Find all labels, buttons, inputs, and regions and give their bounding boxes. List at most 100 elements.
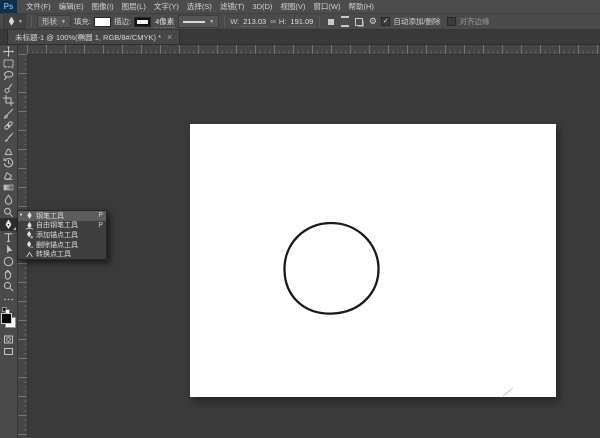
menu-file[interactable]: 文件(F)	[22, 0, 55, 13]
eyedropper-tool[interactable]	[0, 107, 17, 119]
divider	[319, 16, 321, 27]
fill-label: 填充:	[73, 17, 91, 26]
stroke-width-field[interactable]: 4像素	[154, 16, 176, 28]
clone-stamp-icon	[4, 148, 13, 155]
blur-drop-icon	[4, 194, 13, 205]
align-edges-checkbox[interactable]	[447, 17, 457, 26]
close-tab-icon[interactable]: ×	[167, 32, 172, 42]
eyedropper-icon	[3, 108, 14, 119]
convert-point-icon	[25, 250, 34, 259]
menu-filter[interactable]: 滤镜(T)	[216, 0, 249, 13]
move-icon	[3, 45, 14, 57]
freeform-pen-icon	[25, 221, 34, 230]
eraser-tool[interactable]	[0, 169, 17, 181]
history-brush-tool[interactable]	[0, 157, 17, 169]
menu-window[interactable]: 窗口(W)	[309, 0, 344, 13]
path-arrangement-icon[interactable]	[353, 16, 364, 27]
menu-3d[interactable]: 3D(D)	[248, 0, 276, 13]
magnifier-icon	[3, 282, 14, 292]
delete-anchor-point-icon	[25, 240, 34, 249]
canvas-scratch-mark	[502, 387, 514, 397]
menu-view[interactable]: 视图(V)	[276, 0, 309, 13]
pen-tool[interactable]	[0, 218, 17, 231]
document-title: 未标题-1 @ 100%(椭圆 1, RGB/8#/CMYK) *	[15, 32, 161, 42]
pen-icon	[9, 16, 14, 26]
fill-swatch[interactable]	[94, 16, 111, 27]
path-alignment-icon[interactable]	[339, 16, 350, 27]
menu-image[interactable]: 图像(I)	[88, 0, 118, 13]
divider	[224, 16, 226, 27]
photoshop-window: Ps 文件(F) 编辑(E) 图像(I) 图层(L) 文字(Y) 选择(S) 滤…	[0, 0, 600, 438]
auto-add-delete-label: 自动添加/删除	[393, 17, 441, 26]
menu-select[interactable]: 选择(S)	[183, 0, 216, 13]
hand-icon	[4, 269, 12, 280]
history-brush-icon	[3, 158, 14, 168]
flyout-item-convert-point-tool[interactable]: 转换点工具	[18, 249, 106, 259]
canvas[interactable]	[190, 124, 556, 397]
flyout-item-add-anchor-point-tool[interactable]: 添加锚点工具	[18, 230, 106, 240]
hand-tool[interactable]	[0, 268, 17, 280]
horizontal-ruler[interactable]	[27, 45, 600, 55]
divider	[30, 16, 32, 27]
auto-add-delete-checkbox[interactable]	[381, 17, 391, 26]
align-edges-label: 对齐边缘	[459, 17, 490, 26]
menu-edit[interactable]: 编辑(E)	[55, 0, 88, 13]
quick-selection-tool[interactable]	[0, 82, 17, 94]
ellipse-shape-tool[interactable]	[0, 256, 17, 268]
type-tool[interactable]	[0, 231, 17, 243]
crop-icon	[3, 95, 14, 107]
crop-tool[interactable]	[0, 95, 17, 107]
stroke-label: 描边:	[114, 17, 132, 26]
lasso-icon	[4, 71, 14, 81]
quick-mask-button[interactable]	[0, 333, 17, 345]
menu-type[interactable]: 文字(Y)	[150, 0, 183, 13]
dodge-icon	[4, 207, 13, 217]
move-tool[interactable]	[0, 45, 17, 57]
chevron-down-icon: ▼	[18, 18, 23, 25]
add-anchor-point-icon	[25, 230, 34, 239]
tool-preset-picker[interactable]: ▼	[3, 14, 26, 29]
spot-healing-brush-tool[interactable]	[0, 119, 17, 131]
link-dimensions-icon[interactable]: ∞	[270, 17, 276, 26]
flyout-item-pen-tool[interactable]: • 钢笔工具 P	[18, 211, 106, 221]
width-label: W:	[230, 17, 240, 26]
flyout-item-freeform-pen-tool[interactable]: 自由钢笔工具 P	[18, 221, 106, 231]
rectangular-marquee-tool[interactable]	[0, 57, 17, 69]
path-selection-tool[interactable]	[0, 243, 17, 255]
tool-mode-value: 形状	[41, 17, 57, 26]
tool-mode-dropdown[interactable]: 形状 ▼	[36, 15, 71, 28]
path-selection-arrow-icon	[7, 244, 13, 254]
screen-mode-icon	[4, 348, 13, 356]
ellipse-icon	[3, 257, 14, 267]
gradient-tool[interactable]	[0, 181, 17, 193]
clone-stamp-tool[interactable]	[0, 144, 17, 156]
screen-mode-button[interactable]	[0, 346, 17, 358]
ellipse-shape-drawing	[283, 221, 514, 397]
pen-icon	[25, 211, 34, 220]
edit-toolbar-button[interactable]	[0, 293, 17, 305]
color-swatches	[0, 307, 17, 329]
geometry-options-gear-icon[interactable]: ⚙	[367, 16, 378, 27]
pen-tool-flyout-menu: • 钢笔工具 P 自由钢笔工具 P 添加锚点工具 删除锚点工具 转换点工具	[17, 210, 107, 260]
foreground-color-swatch[interactable]	[1, 313, 12, 325]
options-bar: ▼ 形状 ▼ 填充: 描边: 4像素 ▼ W: 213.03 ∞ H: 191.…	[0, 14, 600, 30]
stroke-swatch[interactable]	[134, 16, 152, 27]
shape-height-field[interactable]: 191.09	[289, 17, 315, 27]
eraser-icon	[4, 171, 13, 180]
pen-icon	[5, 219, 12, 230]
zoom-tool[interactable]	[0, 280, 17, 292]
tool-bar	[0, 45, 18, 438]
shape-width-field[interactable]: 213.03	[242, 17, 268, 27]
path-operations-icon[interactable]	[325, 16, 336, 27]
document-tab[interactable]: 未标题-1 @ 100%(椭圆 1, RGB/8#/CMYK) * ×	[7, 30, 181, 44]
menu-layer[interactable]: 图层(L)	[118, 0, 150, 13]
menu-help[interactable]: 帮助(H)	[345, 0, 378, 13]
current-tool-bullet: •	[19, 212, 23, 220]
blur-tool[interactable]	[0, 194, 17, 206]
photoshop-logo: Ps	[0, 0, 17, 13]
stroke-type-dropdown[interactable]: ▼	[178, 15, 220, 28]
dodge-tool[interactable]	[0, 206, 17, 218]
flyout-item-delete-anchor-point-tool[interactable]: 删除锚点工具	[18, 240, 106, 250]
brush-tool[interactable]	[0, 132, 17, 144]
lasso-tool[interactable]	[0, 70, 17, 82]
